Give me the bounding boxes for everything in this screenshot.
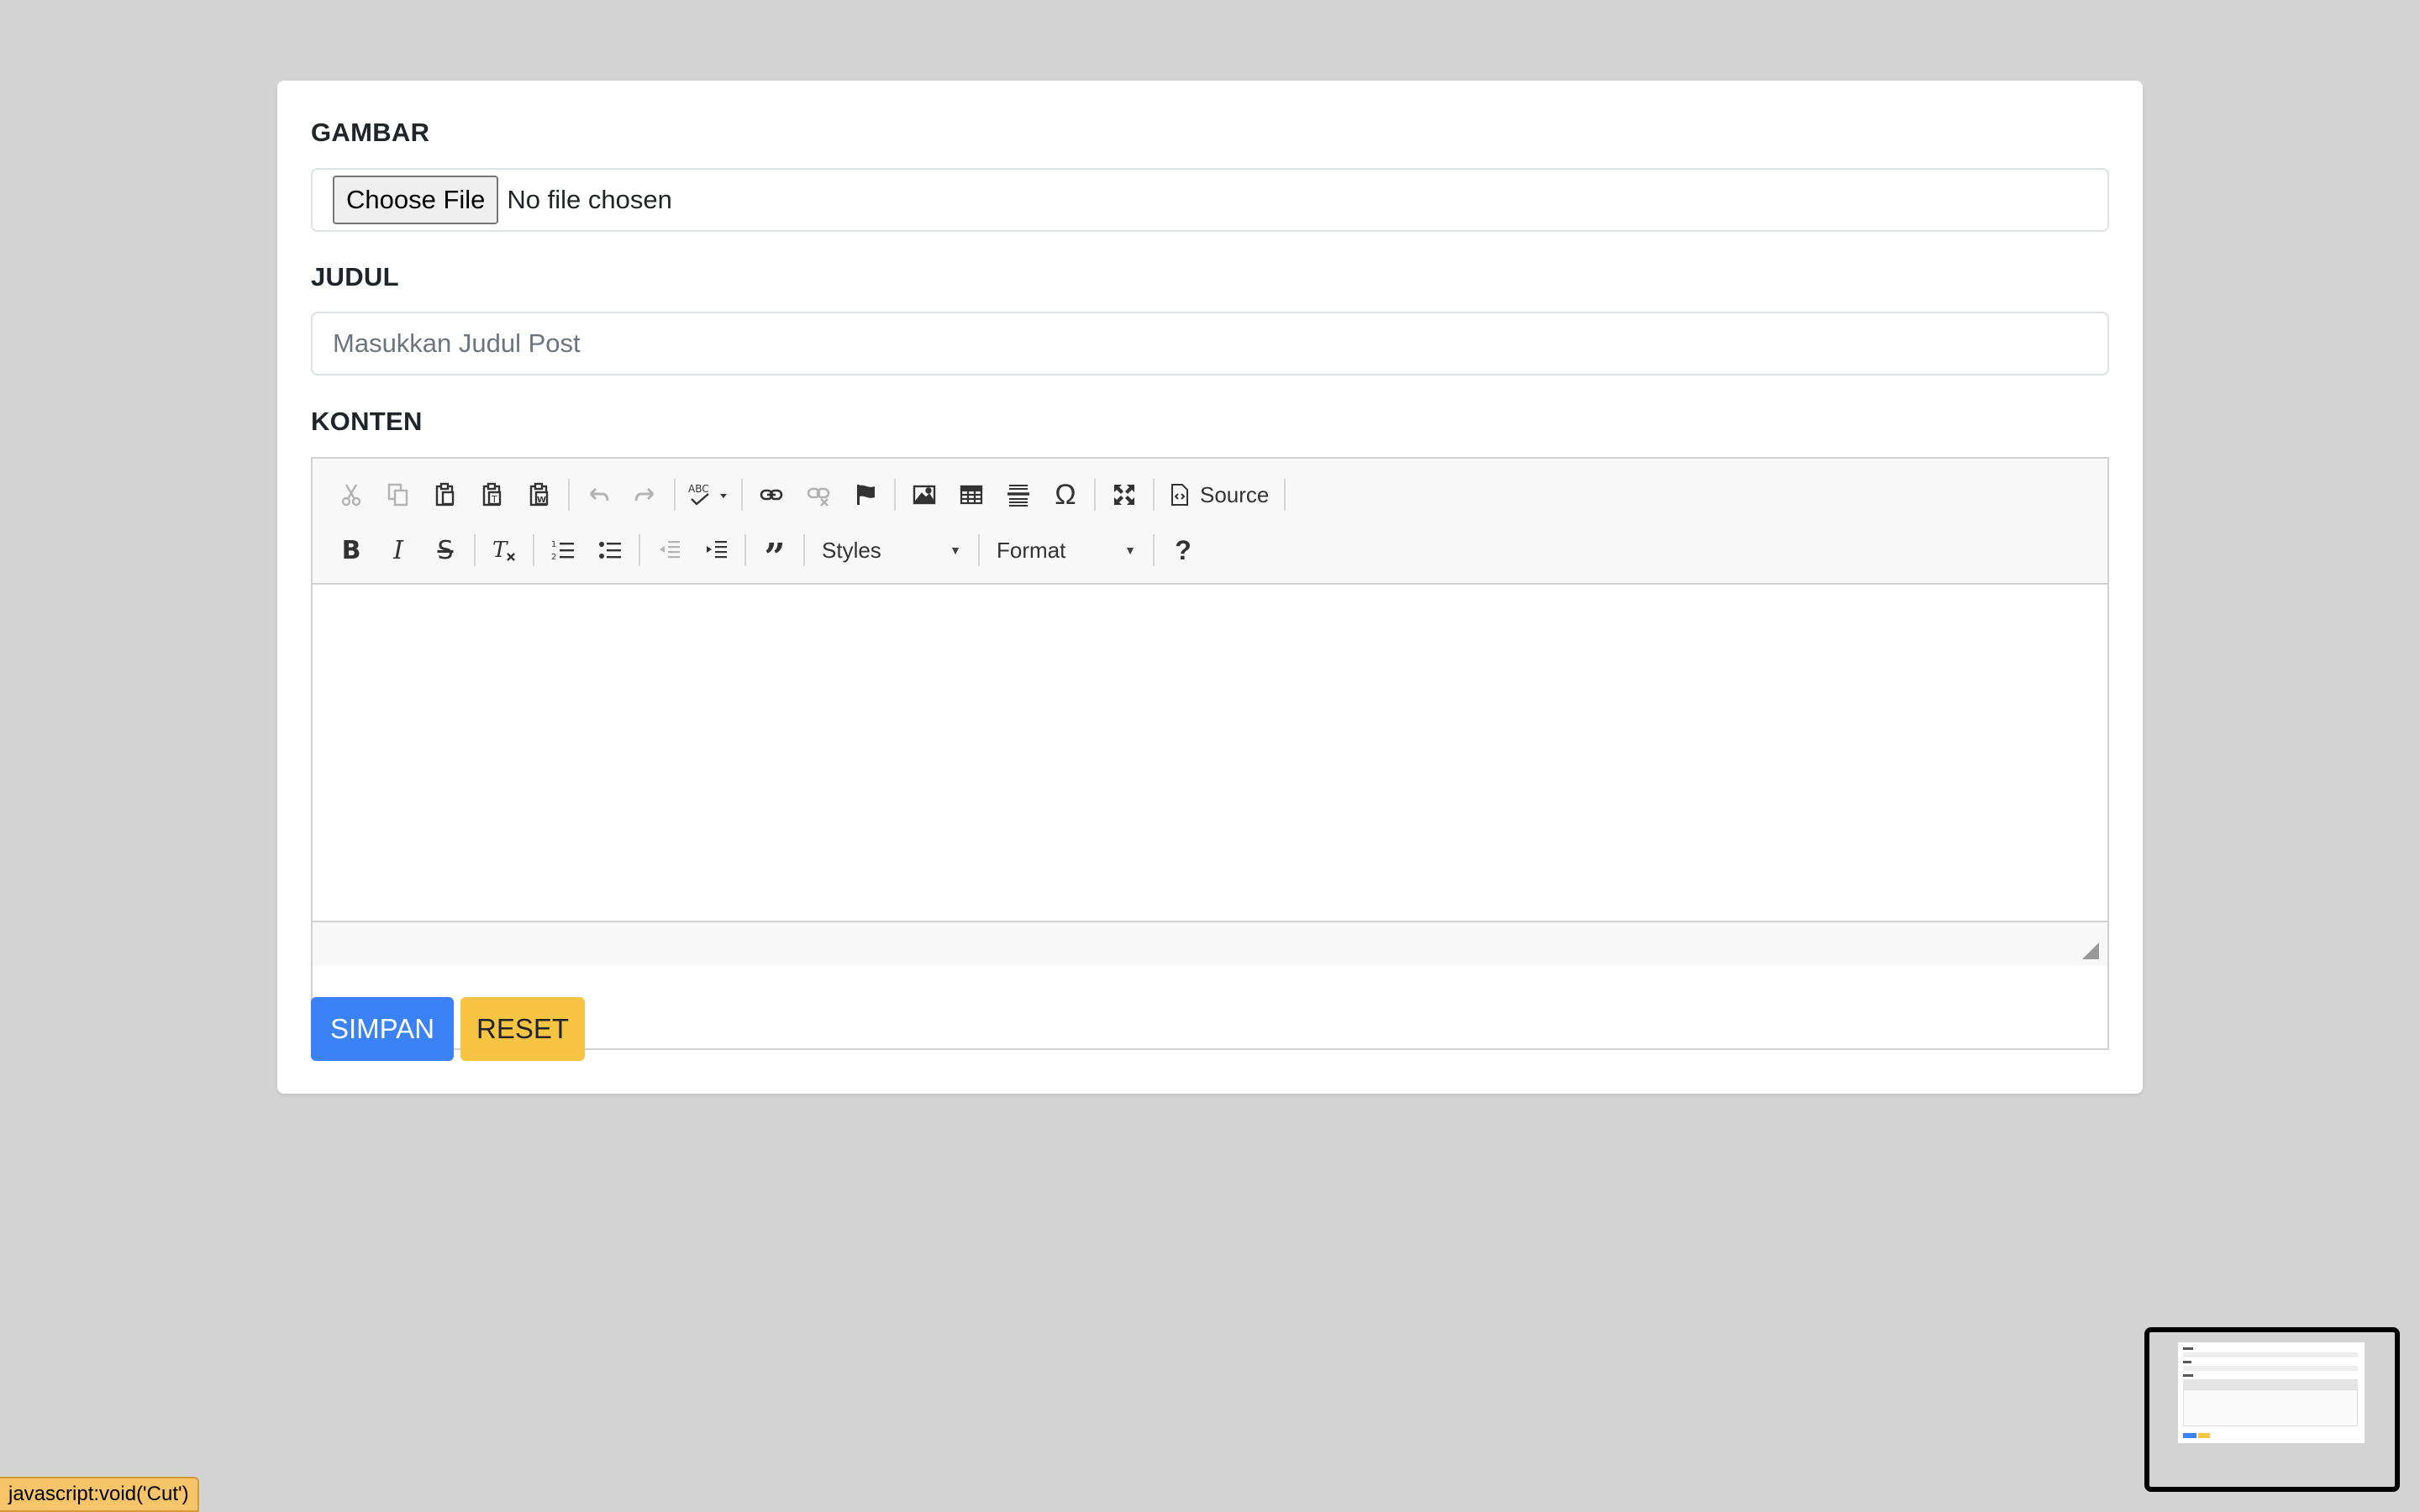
toolbar-row-2: B I S T 12 ” Styles ▼ Format ▼ ?	[328, 522, 2092, 579]
minimap-line	[2183, 1379, 2358, 1389]
minimap-line	[2183, 1374, 2193, 1377]
paste-word-icon[interactable]: W	[516, 472, 563, 517]
remove-format-icon[interactable]: T	[481, 528, 528, 573]
maximize-icon[interactable]	[1101, 472, 1148, 517]
svg-text:1: 1	[551, 540, 556, 549]
toolbar-separator	[1094, 479, 1096, 511]
file-input[interactable]: Choose File No file chosen	[311, 168, 2109, 232]
format-dropdown[interactable]: Format ▼	[985, 528, 1148, 573]
toolbar-separator	[674, 479, 676, 511]
toolbar-separator	[1153, 534, 1155, 566]
cut-icon[interactable]	[328, 472, 375, 517]
svg-text:ABC: ABC	[688, 483, 709, 495]
minimap-line	[2183, 1352, 2358, 1357]
toolbar-separator	[639, 534, 640, 566]
rich-text-editor: T W ABC Ω Source B I S T 1 2 ” Styles ▼ …	[311, 457, 2109, 1050]
paste-icon[interactable]	[422, 472, 469, 517]
table-icon[interactable]	[948, 472, 995, 517]
minimap-reset	[2198, 1433, 2210, 1438]
minimap-save	[2183, 1433, 2196, 1438]
svg-text:2: 2	[551, 553, 556, 562]
numbered-list-icon[interactable]: 12	[539, 528, 587, 573]
svg-text:T: T	[492, 538, 508, 563]
toolbar-separator	[474, 534, 476, 566]
strikethrough-icon[interactable]: S	[422, 528, 469, 573]
choose-file-button[interactable]: Choose File	[333, 176, 499, 224]
source-label: Source	[1200, 481, 1270, 507]
indent-icon[interactable]	[692, 528, 739, 573]
unlink-icon[interactable]	[795, 472, 842, 517]
toolbar-separator	[744, 534, 746, 566]
konten-label: KONTEN	[311, 407, 423, 436]
minimap-card	[2178, 1342, 2365, 1443]
blockquote-icon[interactable]: ”	[751, 528, 798, 579]
toolbar-separator	[741, 479, 743, 511]
editor-toolbar: T W ABC Ω Source B I S T 1 2 ” Styles ▼ …	[313, 459, 2107, 585]
italic-icon[interactable]: I	[375, 528, 422, 573]
source-button[interactable]: Source	[1160, 472, 1279, 517]
svg-text:T: T	[491, 494, 497, 505]
bold-icon[interactable]: B	[328, 528, 375, 573]
editor-content-area[interactable]	[313, 585, 2107, 921]
anchor-flag-icon[interactable]	[842, 472, 889, 517]
toolbar-separator	[1284, 479, 1286, 511]
toolbar-separator	[894, 479, 896, 511]
format-label: Format	[997, 537, 1066, 563]
image-icon[interactable]	[901, 472, 948, 517]
redo-icon[interactable]	[622, 472, 669, 517]
chevron-down-icon: ▼	[1124, 543, 1136, 557]
bulleted-list-icon[interactable]	[587, 528, 634, 573]
minimap-line	[2183, 1347, 2193, 1350]
editor-status-bar	[313, 921, 2107, 966]
toolbar-separator	[803, 534, 805, 566]
minimap-line	[2183, 1361, 2191, 1363]
page-minimap[interactable]	[2144, 1327, 2400, 1492]
reset-button[interactable]: RESET	[460, 997, 585, 1061]
resize-handle-icon[interactable]	[2082, 942, 2099, 959]
judul-label: JUDUL	[311, 262, 399, 291]
source-icon	[1171, 484, 1188, 506]
toolbar-separator	[1153, 479, 1155, 511]
styles-dropdown[interactable]: Styles ▼	[810, 528, 973, 573]
outdent-icon[interactable]	[645, 528, 692, 573]
file-status-text: No file chosen	[507, 185, 672, 214]
minimap-line	[2183, 1366, 2358, 1371]
special-char-icon[interactable]: Ω	[1042, 472, 1089, 517]
link-icon[interactable]	[748, 472, 795, 517]
copy-icon[interactable]	[375, 472, 422, 517]
toolbar-separator	[533, 534, 534, 566]
styles-label: Styles	[822, 537, 881, 563]
gambar-label: GAMBAR	[311, 118, 430, 147]
paste-text-icon[interactable]: T	[469, 472, 516, 517]
horizontal-line-icon[interactable]	[995, 472, 1042, 517]
undo-icon[interactable]	[575, 472, 622, 517]
spellcheck-icon[interactable]: ABC	[681, 472, 736, 517]
minimap-line	[2183, 1389, 2358, 1426]
post-form-card: GAMBAR Choose File No file chosen JUDUL …	[277, 81, 2143, 1094]
judul-input[interactable]	[311, 312, 2109, 375]
save-button[interactable]: SIMPAN	[311, 997, 454, 1061]
toolbar-separator	[568, 479, 570, 511]
chevron-down-icon: ▼	[950, 543, 961, 557]
toolbar-separator	[978, 534, 980, 566]
svg-text:W: W	[537, 496, 546, 505]
status-bar-url: javascript:void('Cut')	[0, 1477, 199, 1512]
toolbar-row-1: T W ABC Ω Source	[328, 467, 2092, 522]
help-icon[interactable]: ?	[1160, 528, 1207, 573]
